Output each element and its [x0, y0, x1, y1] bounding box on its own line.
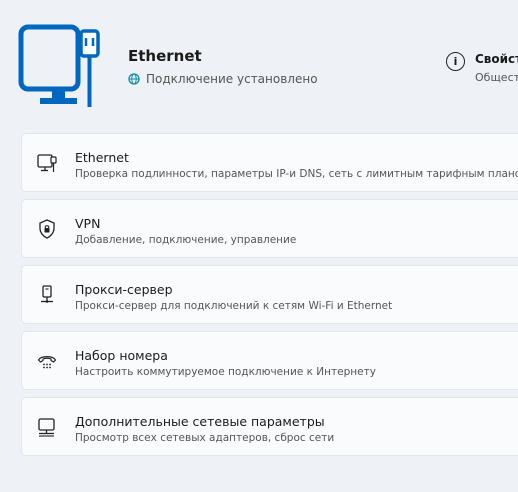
dialup-phone-icon [37, 356, 57, 369]
connection-status-text: Подключение установлено [146, 72, 318, 86]
network-adapter-icon [38, 418, 55, 437]
settings-item-vpn[interactable]: VPN Добавление, подключение, управление [21, 199, 518, 258]
ethernet-header: Ethernet Подключение установлено i Свойс… [0, 0, 518, 125]
shield-icon [39, 219, 55, 239]
item-title: Прокси-сервер [75, 282, 173, 297]
connection-status: Подключение установлено [128, 72, 318, 86]
properties-subtitle: Общест [475, 71, 518, 84]
properties-title: Свойст [475, 52, 518, 66]
item-title: Дополнительные сетевые параметры [75, 414, 325, 429]
settings-item-dialup[interactable]: Набор номера Настроить коммутируемое под… [21, 331, 518, 390]
item-description: Прокси-сервер для подключений к сетям Wi… [75, 300, 393, 312]
item-description: Просмотр всех сетевых адаптеров, сброс с… [75, 432, 335, 444]
item-description: Добавление, подключение, управление [75, 234, 297, 246]
connection-name: Ethernet [128, 47, 202, 65]
ethernet-monitor-icon [37, 154, 57, 172]
settings-item-proxy[interactable]: Прокси-сервер Прокси-сервер для подключе… [21, 265, 518, 324]
item-title: Набор номера [75, 348, 168, 363]
info-icon: i [446, 52, 465, 71]
item-title: VPN [75, 216, 101, 231]
item-description: Проверка подлинности, параметры IP-и DNS… [75, 168, 518, 180]
globe-icon [128, 73, 140, 85]
item-title: Ethernet [75, 150, 129, 165]
properties-button[interactable]: i Свойст Общест [446, 52, 518, 84]
settings-item-advanced-network[interactable]: Дополнительные сетевые параметры Просмот… [21, 397, 518, 456]
item-description: Настроить коммутируемое подключение к Ин… [75, 366, 376, 378]
proxy-server-icon [41, 285, 53, 303]
ethernet-monitor-icon [18, 24, 100, 107]
settings-item-ethernet[interactable]: Ethernet Проверка подлинности, параметры… [21, 133, 518, 192]
